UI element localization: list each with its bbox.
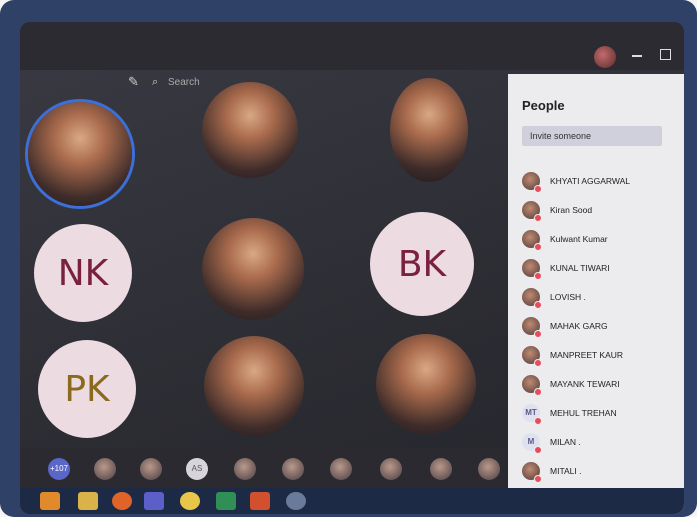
- status-dot: [534, 185, 542, 193]
- roster-avatar[interactable]: [234, 458, 256, 480]
- minimize-icon[interactable]: [632, 55, 642, 57]
- roster-avatar[interactable]: [330, 458, 352, 480]
- participant-name: KUNAL TIWARI: [550, 263, 610, 273]
- roster-avatar[interactable]: [140, 458, 162, 480]
- tile-initials-text: PK: [64, 368, 110, 410]
- photo-frame: ✎ ⌕ Search NK BK PK +107 AS People Invit…: [0, 0, 697, 517]
- roster-avatar[interactable]: [478, 458, 500, 480]
- search-icon: ⌕: [152, 76, 159, 88]
- excel-icon[interactable]: [216, 492, 236, 510]
- participant-item[interactable]: MANPREET KAUR: [522, 344, 672, 368]
- maximize-icon[interactable]: [660, 49, 671, 60]
- participant-name: MAYANK TEWARI: [550, 379, 620, 389]
- participant-name: Kiran Sood: [550, 205, 593, 215]
- app-icon[interactable]: [286, 492, 306, 510]
- new-chat-icon[interactable]: ✎: [128, 75, 142, 89]
- participant-name: MITALI .: [550, 466, 582, 476]
- participant-item[interactable]: MT MEHUL TREHAN: [522, 402, 672, 426]
- participant-item[interactable]: MAHAK GARG: [522, 315, 672, 339]
- participant-name: MILAN .: [550, 437, 581, 447]
- roster-avatar[interactable]: [430, 458, 452, 480]
- status-dot: [534, 475, 542, 483]
- people-panel: People Invite someone KHYATI AGGARWAL Ki…: [508, 74, 684, 514]
- participant-name: KHYATI AGGARWAL: [550, 176, 630, 186]
- participant-name: MANPREET KAUR: [550, 350, 624, 360]
- profile-avatar[interactable]: [594, 46, 616, 68]
- video-tile[interactable]: [390, 78, 468, 182]
- participant-item[interactable]: MITALI .: [522, 460, 672, 484]
- tile-initials-text: BK: [397, 243, 447, 285]
- status-dot: [534, 301, 542, 309]
- video-tile-initials[interactable]: BK: [370, 212, 474, 316]
- roster-avatar[interactable]: [282, 458, 304, 480]
- video-tile[interactable]: [202, 82, 298, 178]
- teams-window: ✎ ⌕ Search NK BK PK +107 AS People Invit…: [20, 22, 684, 514]
- file-explorer-icon[interactable]: [78, 492, 98, 510]
- media-player-icon[interactable]: [40, 492, 60, 510]
- participant-name: MAHAK GARG: [550, 321, 608, 331]
- invite-someone-input[interactable]: Invite someone: [522, 126, 662, 146]
- video-tile-initials[interactable]: NK: [34, 224, 132, 322]
- overflow-count-badge[interactable]: +107: [48, 458, 70, 480]
- participant-item[interactable]: KHYATI AGGARWAL: [522, 170, 672, 194]
- participant-name: Kulwant Kumar: [550, 234, 608, 244]
- video-tile-initials[interactable]: PK: [38, 340, 136, 438]
- tile-initials-text: NK: [57, 252, 109, 294]
- roster-avatar[interactable]: AS: [186, 458, 208, 480]
- status-dot: [534, 388, 542, 396]
- participant-item[interactable]: KUNAL TIWARI: [522, 257, 672, 281]
- participant-item[interactable]: Kiran Sood: [522, 199, 672, 223]
- video-tile[interactable]: [204, 336, 304, 436]
- roster-avatar[interactable]: [94, 458, 116, 480]
- status-dot: [534, 417, 542, 425]
- teams-icon[interactable]: [144, 492, 164, 510]
- title-bar: [20, 22, 684, 70]
- people-panel-title: People: [522, 98, 565, 113]
- participant-item[interactable]: LOVISH .: [522, 286, 672, 310]
- status-dot: [534, 330, 542, 338]
- participant-name: LOVISH .: [550, 292, 586, 302]
- participant-item[interactable]: M MILAN .: [522, 431, 672, 455]
- video-tile[interactable]: [376, 334, 476, 434]
- status-dot: [534, 359, 542, 367]
- status-dot: [534, 243, 542, 251]
- firefox-icon[interactable]: [112, 492, 132, 510]
- participant-item[interactable]: Kulwant Kumar: [522, 228, 672, 252]
- chrome-icon[interactable]: [180, 492, 200, 510]
- powerpoint-icon[interactable]: [250, 492, 270, 510]
- roster-avatar[interactable]: [380, 458, 402, 480]
- participant-name: MEHUL TREHAN: [550, 408, 617, 418]
- video-tile[interactable]: [202, 218, 304, 320]
- participant-item[interactable]: MAYANK TEWARI: [522, 373, 672, 397]
- status-dot: [534, 446, 542, 454]
- video-tile-active-speaker[interactable]: [28, 102, 132, 206]
- status-dot: [534, 272, 542, 280]
- status-dot: [534, 214, 542, 222]
